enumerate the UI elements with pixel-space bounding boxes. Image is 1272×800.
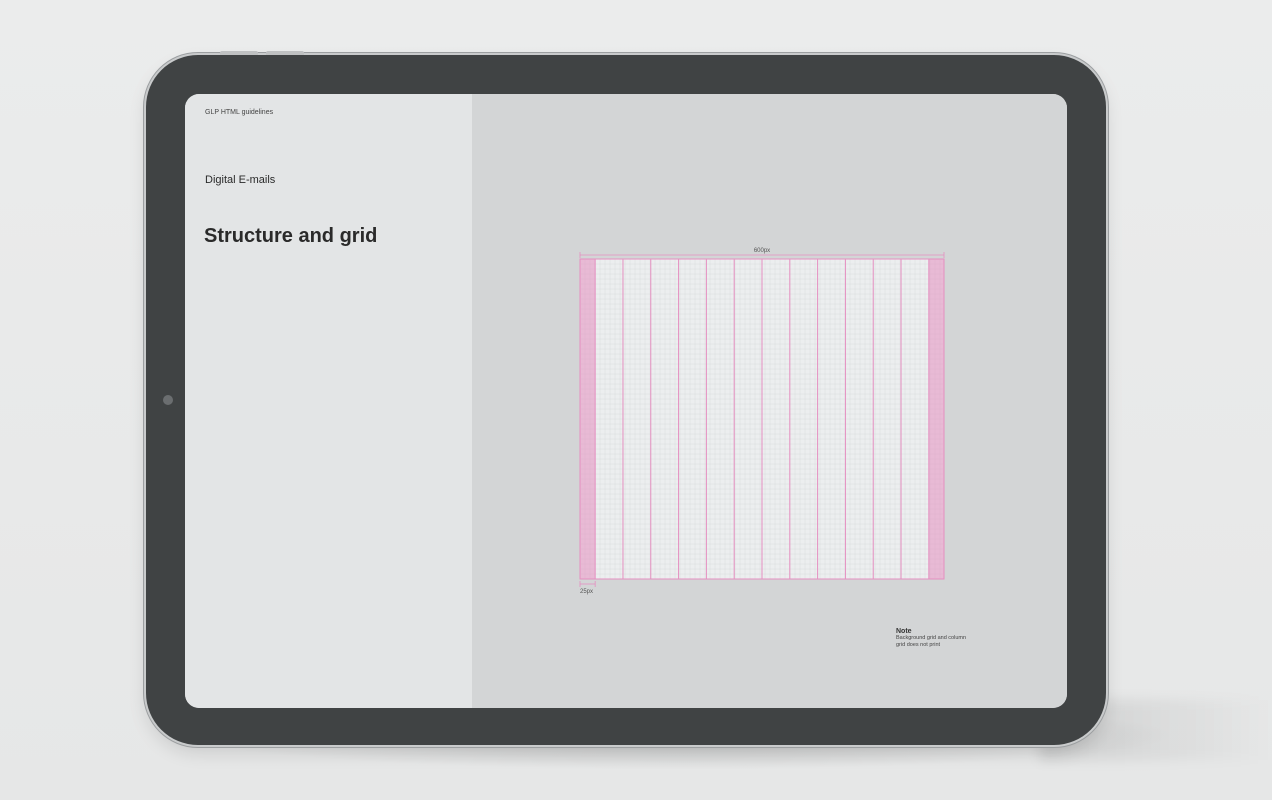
- page-title: Structure and grid: [204, 225, 378, 247]
- left-margin: [580, 259, 596, 579]
- mockup-stage: GLP HTML guidelines Digital E-mails Stru…: [0, 0, 1272, 800]
- margin-label: 25px: [580, 589, 593, 595]
- width-label: 600px: [754, 248, 770, 254]
- note-title: Note: [896, 628, 912, 635]
- power-button: [266, 51, 304, 55]
- note-line: grid does not print: [896, 642, 941, 648]
- section-label: Digital E-mails: [205, 174, 276, 186]
- document-header: GLP HTML guidelines: [205, 109, 274, 116]
- right-pane: 600px 25px Note Background grid and colum…: [472, 94, 1067, 708]
- left-pane: GLP HTML guidelines Digital E-mails Stru…: [185, 94, 472, 708]
- tablet-device: GLP HTML guidelines Digital E-mails Stru…: [146, 51, 1106, 745]
- volume-button: [220, 51, 258, 55]
- note-block: Note Background grid and column grid doe…: [896, 628, 966, 649]
- email-grid-svg: 600px 25px: [579, 248, 945, 595]
- front-camera-icon: [163, 395, 173, 405]
- email-grid-diagram: 600px 25px: [578, 245, 946, 595]
- tablet-screen: GLP HTML guidelines Digital E-mails Stru…: [185, 94, 1067, 708]
- right-margin: [928, 259, 944, 579]
- note-line: Background grid and column: [896, 635, 967, 641]
